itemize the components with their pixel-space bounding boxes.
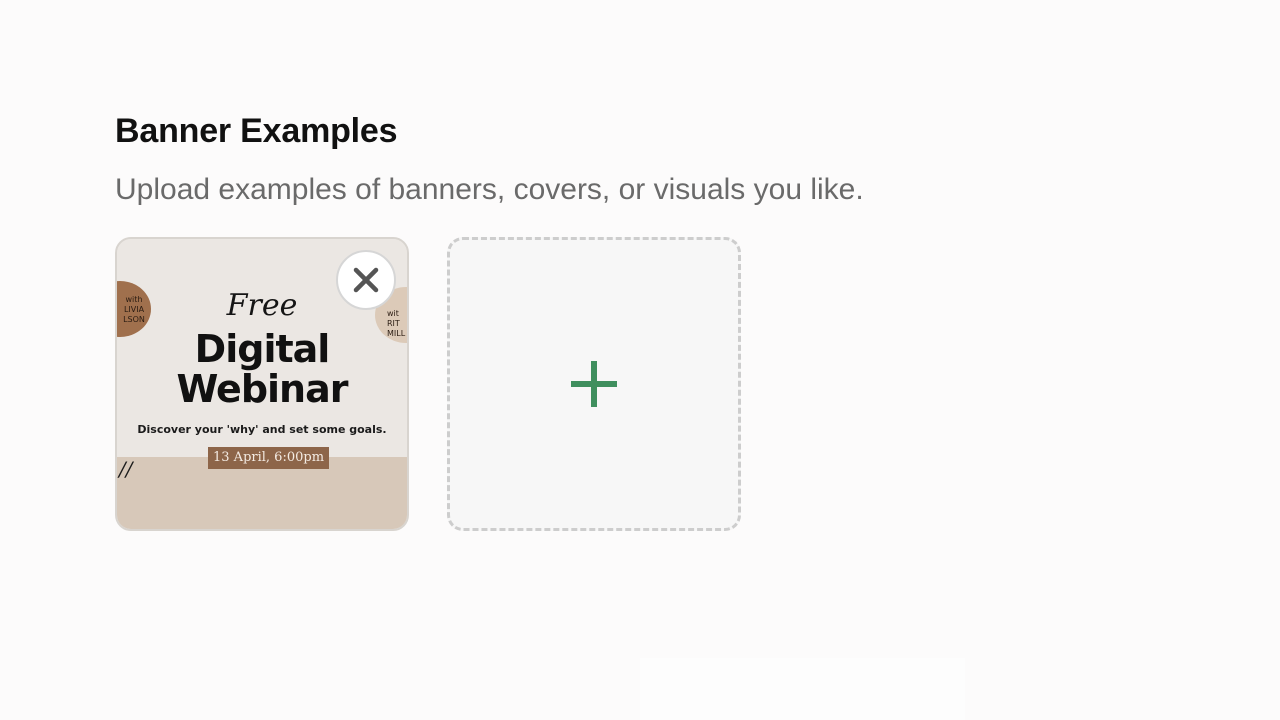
banner-date: 13 April, 6:00pm bbox=[208, 447, 330, 469]
banner-headline-line2: Webinar bbox=[176, 367, 349, 411]
add-banner-button[interactable] bbox=[447, 237, 741, 531]
uploaded-banner-tile[interactable]: with LIVIA LSON wit RIT MILL Free Digita… bbox=[115, 237, 409, 531]
banner-examples-section: Banner Examples Upload examples of banne… bbox=[115, 110, 1115, 531]
section-title: Banner Examples bbox=[115, 112, 398, 150]
remove-image-button[interactable] bbox=[336, 250, 396, 310]
banner-corner-mark: // bbox=[119, 457, 133, 481]
bottom-overlay bbox=[640, 658, 965, 720]
section-subtitle: Upload examples of banners, covers, or v… bbox=[115, 173, 864, 206]
banner-tagline: Discover your 'why' and set some goals. bbox=[137, 423, 387, 436]
banner-tiles: with LIVIA LSON wit RIT MILL Free Digita… bbox=[115, 237, 741, 531]
close-icon bbox=[353, 267, 379, 293]
banner-headline-line1: Digital bbox=[194, 327, 331, 371]
plus-icon bbox=[571, 361, 617, 407]
